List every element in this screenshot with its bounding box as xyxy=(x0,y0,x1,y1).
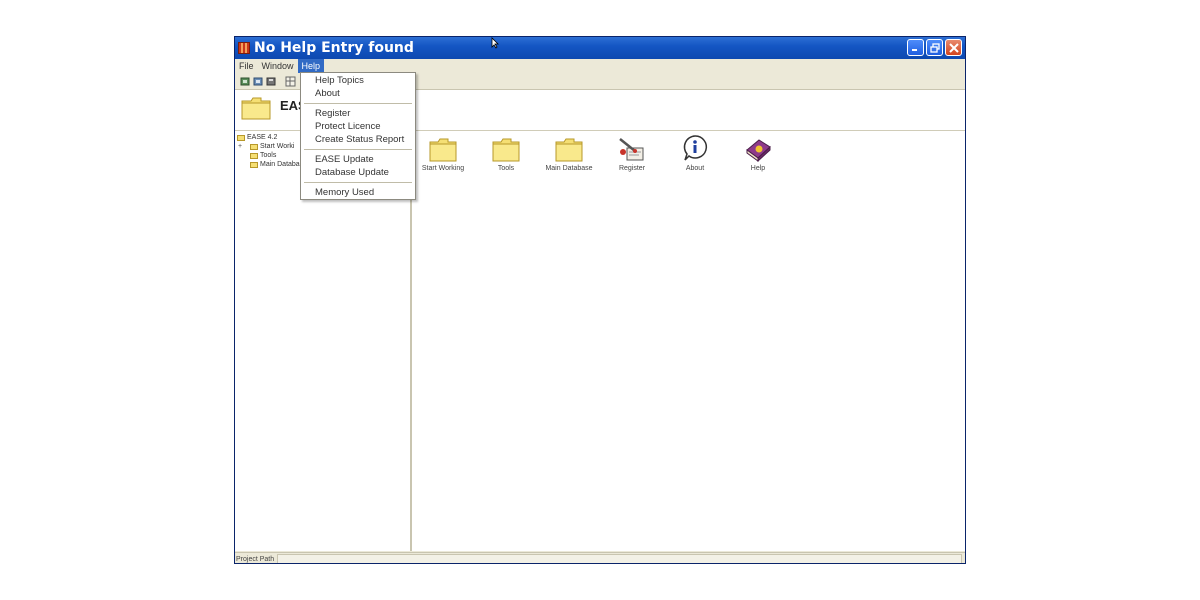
new-project-icon xyxy=(240,77,249,85)
tree-item-label: Tools xyxy=(260,152,277,159)
menu-item-register[interactable]: Register xyxy=(315,108,350,119)
folder-icon xyxy=(250,161,258,168)
menu-item-database-update[interactable]: Database Update xyxy=(315,167,389,178)
restore-button[interactable] xyxy=(926,39,943,56)
tree-item-start-working[interactable]: + Start Worki xyxy=(238,142,295,151)
toolbar-button-new[interactable] xyxy=(239,75,251,87)
menu-file[interactable]: File xyxy=(235,59,258,73)
content-pane: Start Working Tools Main Database Regist… xyxy=(412,131,965,551)
folder-icon xyxy=(250,152,258,159)
tree-item-tools[interactable]: Tools xyxy=(250,151,276,160)
tree-item-label: EASE 4.2 xyxy=(247,134,278,141)
icon-start-working[interactable]: Start Working xyxy=(413,134,473,172)
icon-label: Start Working xyxy=(421,165,465,172)
close-button[interactable] xyxy=(945,39,962,56)
folder-icon xyxy=(492,138,520,162)
help-menu-dropdown: Help Topics About Register Protect Licen… xyxy=(300,72,416,200)
app-icon[interactable] xyxy=(238,42,250,54)
project-path-field xyxy=(277,554,962,563)
window-title: No Help Entry found xyxy=(254,40,414,56)
info-icon xyxy=(683,135,708,161)
icon-label: Main Database xyxy=(545,165,593,172)
toolbar-button-open[interactable] xyxy=(252,75,264,87)
icon-label: Register xyxy=(618,165,646,172)
icon-label: Help xyxy=(750,165,766,172)
folder-icon xyxy=(429,138,457,162)
icon-label: Tools xyxy=(497,165,515,172)
tree-item-root[interactable]: EASE 4.2 xyxy=(237,133,277,142)
status-label: Project Path xyxy=(236,555,275,563)
menu-window[interactable]: Window xyxy=(258,59,298,73)
help-book-icon xyxy=(746,139,771,162)
save-project-icon xyxy=(266,77,275,85)
grid-view-icon xyxy=(285,76,295,86)
minimize-icon xyxy=(912,49,917,51)
toolbar-button-save[interactable] xyxy=(265,75,277,87)
icon-register[interactable]: Register xyxy=(602,134,662,172)
menu-item-about[interactable]: About xyxy=(315,88,340,99)
tree-item-main-database[interactable]: Main Databa xyxy=(250,160,300,169)
menu-bar: File Window Help xyxy=(235,59,965,73)
menu-help[interactable]: Help xyxy=(297,59,325,73)
tree-item-label: Main Databa xyxy=(260,161,300,168)
icon-label: About xyxy=(685,165,705,172)
folder-icon xyxy=(241,97,271,120)
folder-icon xyxy=(250,143,258,150)
restore-icon xyxy=(929,42,940,53)
expand-plus-icon[interactable]: + xyxy=(238,143,244,150)
icon-main-database[interactable]: Main Database xyxy=(539,134,599,172)
menu-separator xyxy=(304,182,412,183)
menu-separator xyxy=(304,103,412,104)
icon-about[interactable]: About xyxy=(665,134,725,172)
menu-item-create-status-report[interactable]: Create Status Report xyxy=(315,134,404,145)
icon-tools[interactable]: Tools xyxy=(476,134,536,172)
tree-item-label: Start Worki xyxy=(260,143,295,150)
icon-help[interactable]: Help xyxy=(728,134,788,172)
toolbar-button-view[interactable] xyxy=(284,75,296,87)
status-bar: Project Path xyxy=(235,552,965,563)
mouse-cursor-icon xyxy=(491,37,499,49)
folder-icon xyxy=(237,134,245,141)
register-icon xyxy=(619,138,644,161)
menu-item-protect-licence[interactable]: Protect Licence xyxy=(315,121,380,132)
menu-item-memory-used[interactable]: Memory Used xyxy=(315,187,374,198)
menu-item-ease-update[interactable]: EASE Update xyxy=(315,154,374,165)
minimize-button[interactable] xyxy=(907,39,924,56)
close-icon xyxy=(948,42,959,53)
menu-separator xyxy=(304,149,412,150)
open-project-icon xyxy=(253,77,262,85)
title-bar[interactable]: No Help Entry found xyxy=(235,37,965,59)
menu-item-help-topics[interactable]: Help Topics xyxy=(315,75,364,86)
folder-icon xyxy=(555,138,583,162)
